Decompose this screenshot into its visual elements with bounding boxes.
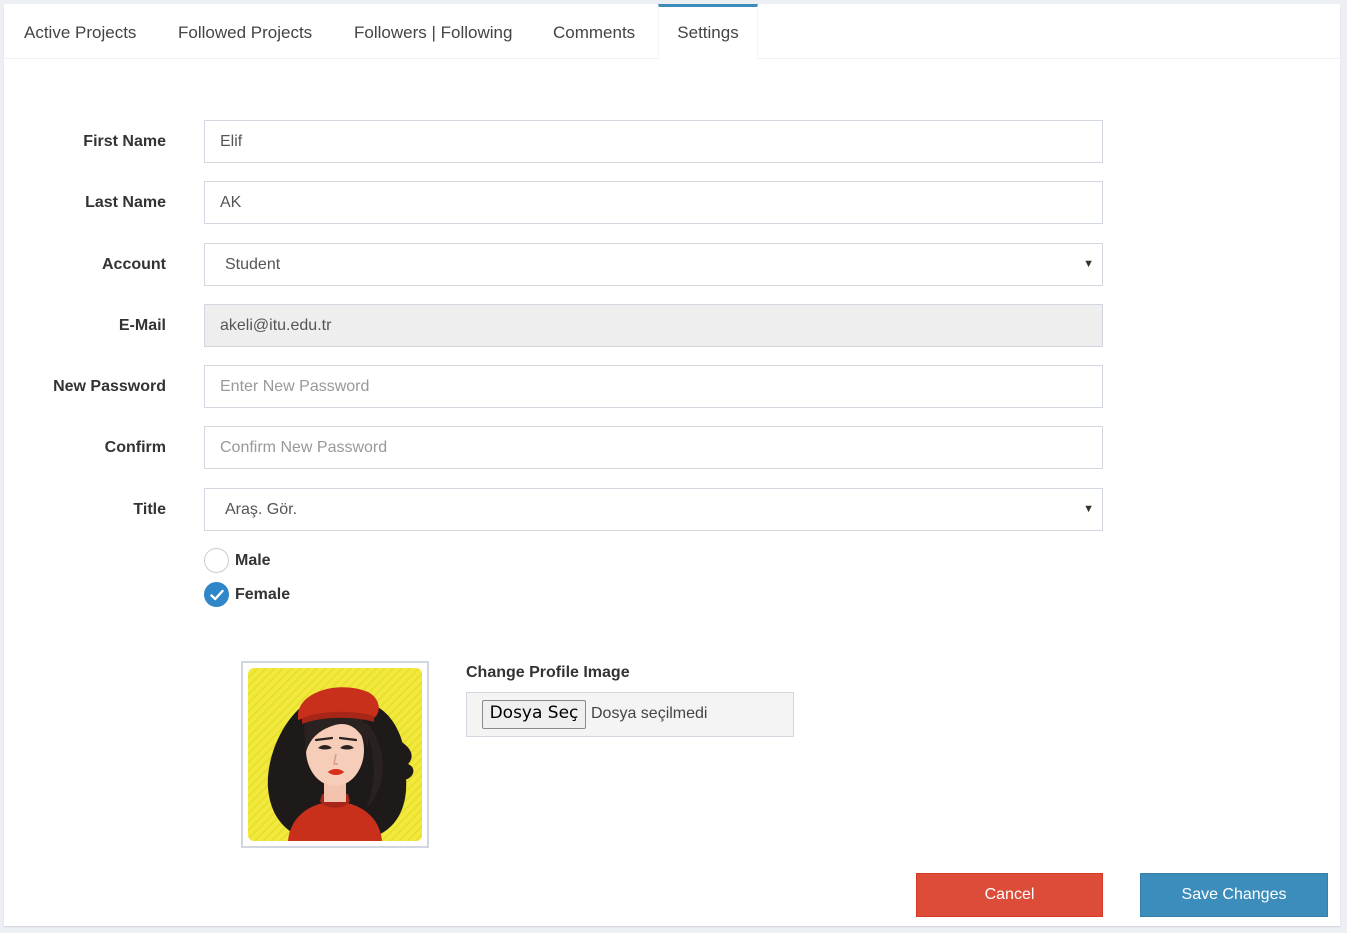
confirm-password-input[interactable]: [204, 426, 1103, 469]
new-password-input[interactable]: [204, 365, 1103, 408]
new-password-row: New Password: [4, 365, 1340, 408]
choose-file-button[interactable]: Dosya Seç: [482, 700, 586, 729]
settings-panel: Active Projects Followed Projects Follow…: [4, 4, 1340, 926]
file-input: Dosya Seç Dosya seçilmedi: [466, 692, 794, 737]
file-status-text: Dosya seçilmedi: [591, 705, 708, 722]
profile-avatar: [241, 661, 429, 848]
email-row: E-Mail: [4, 304, 1340, 347]
female-radio[interactable]: [204, 582, 229, 607]
confirm-password-label: Confirm: [104, 439, 166, 456]
new-password-label: New Password: [53, 378, 166, 395]
cancel-button[interactable]: Cancel: [916, 873, 1103, 917]
email-label: E-Mail: [118, 317, 166, 334]
first-name-row: First Name: [4, 120, 1340, 163]
tab-settings[interactable]: Settings: [658, 4, 758, 59]
avatar-illustration: [248, 668, 422, 841]
male-radio[interactable]: [204, 548, 229, 573]
account-label: Account: [102, 256, 166, 273]
tab-comments[interactable]: Comments: [553, 4, 635, 58]
last-name-row: Last Name: [4, 181, 1340, 224]
title-select[interactable]: Araş. Gör. ▼: [204, 488, 1103, 531]
first-name-input[interactable]: [204, 120, 1103, 163]
profile-tabs: Active Projects Followed Projects Follow…: [4, 4, 1340, 59]
female-label: Female: [235, 586, 291, 603]
tab-followed-projects[interactable]: Followed Projects: [178, 4, 312, 58]
confirm-password-row: Confirm: [4, 426, 1340, 469]
male-label: Male: [235, 552, 271, 569]
email-input: [204, 304, 1103, 347]
save-changes-button[interactable]: Save Changes: [1140, 873, 1328, 917]
dropdown-arrow-icon: ▼: [1083, 258, 1094, 270]
change-profile-image-heading: Change Profile Image: [466, 664, 630, 681]
last-name-input[interactable]: [204, 181, 1103, 224]
account-row: Account Student ▼: [4, 243, 1340, 286]
checkmark-icon: [210, 589, 224, 601]
tab-active-projects[interactable]: Active Projects: [24, 4, 136, 58]
title-label: Title: [133, 501, 166, 518]
account-select[interactable]: Student ▼: [204, 243, 1103, 286]
title-row: Title Araş. Gör. ▼: [4, 488, 1340, 531]
dropdown-arrow-icon: ▼: [1083, 503, 1094, 515]
last-name-label: Last Name: [85, 194, 166, 211]
first-name-label: First Name: [83, 133, 166, 150]
tab-followers-following[interactable]: Followers | Following: [354, 4, 512, 58]
account-selected-value: Student: [225, 256, 281, 273]
title-selected-value: Araş. Gör.: [225, 501, 298, 518]
